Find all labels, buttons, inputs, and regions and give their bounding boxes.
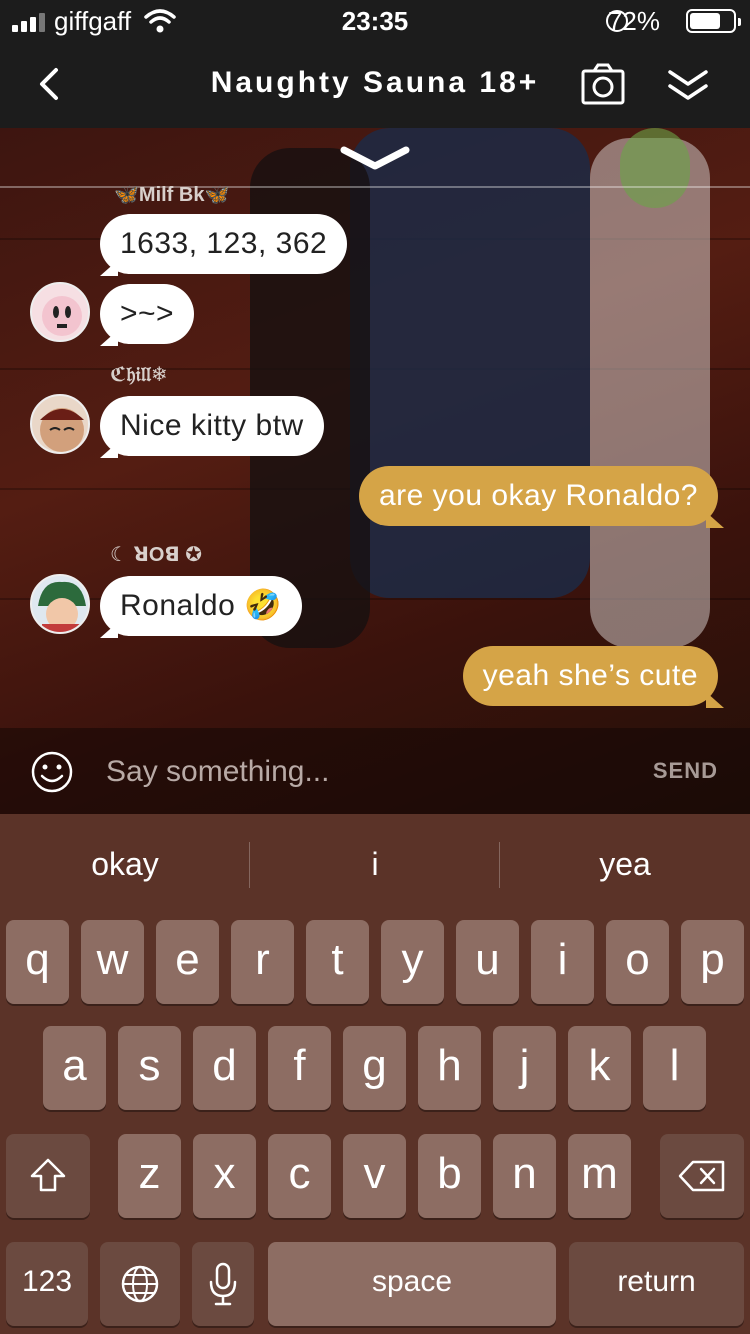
key-x[interactable]: x (193, 1134, 256, 1218)
message-input[interactable] (104, 746, 608, 798)
key-b[interactable]: b (418, 1134, 481, 1218)
dictation-key[interactable] (192, 1242, 254, 1326)
key-v[interactable]: v (343, 1134, 406, 1218)
divider (0, 186, 750, 188)
sender-name: ☾ ꓤOꓭ ✪ (110, 544, 203, 566)
key-o[interactable]: o (606, 920, 669, 1004)
key-l[interactable]: l (643, 1026, 706, 1110)
key-p[interactable]: p (681, 920, 744, 1004)
key-f[interactable]: f (268, 1026, 331, 1110)
key-w[interactable]: w (81, 920, 144, 1004)
status-bar: giffgaff 23:35 72% (0, 0, 750, 42)
backspace-key[interactable] (660, 1134, 744, 1218)
key-r[interactable]: r (231, 920, 294, 1004)
key-j[interactable]: j (493, 1026, 556, 1110)
avatar-image (42, 296, 82, 336)
suggestion-2[interactable]: i (250, 814, 500, 914)
camera-icon[interactable] (580, 62, 626, 108)
message-bubble[interactable]: >~> (100, 284, 195, 344)
key-u[interactable]: u (456, 920, 519, 1004)
room-title: Naughty Sauna 18+ (210, 66, 540, 99)
return-key[interactable]: return (569, 1242, 744, 1326)
keyboard: okay i yea q w e r t y u i o p a s d f g… (0, 814, 750, 1334)
room-scene: 🦋Milf Bk🦋 1633, 123, 362 >~> ℭ𝔥𝔦𝔩𝔩❄ Nice… (0, 128, 750, 814)
battery-icon (686, 9, 741, 33)
user-avatar[interactable] (30, 574, 90, 634)
sender-name: ℭ𝔥𝔦𝔩𝔩❄ (110, 364, 168, 386)
avatar-figure (620, 128, 690, 208)
key-d[interactable]: d (193, 1026, 256, 1110)
key-z[interactable]: z (118, 1134, 181, 1218)
key-c[interactable]: c (268, 1134, 331, 1218)
avatar-image (38, 581, 86, 632)
user-avatar[interactable] (30, 394, 90, 454)
key-g[interactable]: g (343, 1026, 406, 1110)
key-n[interactable]: n (493, 1134, 556, 1218)
user-avatar[interactable] (30, 282, 90, 342)
key-a[interactable]: a (43, 1026, 106, 1110)
shift-key[interactable] (6, 1134, 90, 1218)
double-chevron-down-icon[interactable] (666, 64, 710, 108)
send-button[interactable]: SEND (653, 758, 718, 784)
chevron-down-icon[interactable] (340, 144, 410, 174)
backspace-icon (678, 1160, 725, 1192)
microphone-icon (209, 1262, 237, 1306)
key-k[interactable]: k (568, 1026, 631, 1110)
space-key[interactable]: space (268, 1242, 556, 1326)
key-q[interactable]: q (6, 920, 69, 1004)
message-bubble[interactable]: Ronaldo 🤣 (100, 576, 302, 636)
shift-icon (30, 1158, 66, 1192)
battery-percent: 72% (607, 6, 660, 36)
key-t[interactable]: t (306, 920, 369, 1004)
message-bubble[interactable]: Nice kitty btw (100, 396, 324, 456)
suggestion-3[interactable]: yea (500, 814, 750, 914)
message-composer: SEND (0, 728, 750, 814)
my-message-bubble[interactable]: are you okay Ronaldo? (358, 466, 718, 526)
key-i[interactable]: i (531, 920, 594, 1004)
sender-name: 🦋Milf Bk🦋 (114, 184, 230, 206)
nav-bar: Naughty Sauna 18+ (0, 42, 750, 128)
avatar-figure (590, 138, 710, 648)
key-h[interactable]: h (418, 1026, 481, 1110)
emoji-icon[interactable] (30, 750, 74, 794)
key-y[interactable]: y (381, 920, 444, 1004)
numbers-key[interactable]: 123 (6, 1242, 88, 1326)
globe-key[interactable] (100, 1242, 180, 1326)
globe-icon (121, 1265, 159, 1303)
key-m[interactable]: m (568, 1134, 631, 1218)
avatar-figure (350, 128, 590, 598)
my-message-bubble[interactable]: yeah she’s cute (462, 646, 718, 706)
avatar-image (40, 408, 84, 452)
key-e[interactable]: e (156, 920, 219, 1004)
key-s[interactable]: s (118, 1026, 181, 1110)
message-bubble[interactable]: 1633, 123, 362 (100, 214, 348, 274)
suggestion-1[interactable]: okay (0, 814, 250, 914)
